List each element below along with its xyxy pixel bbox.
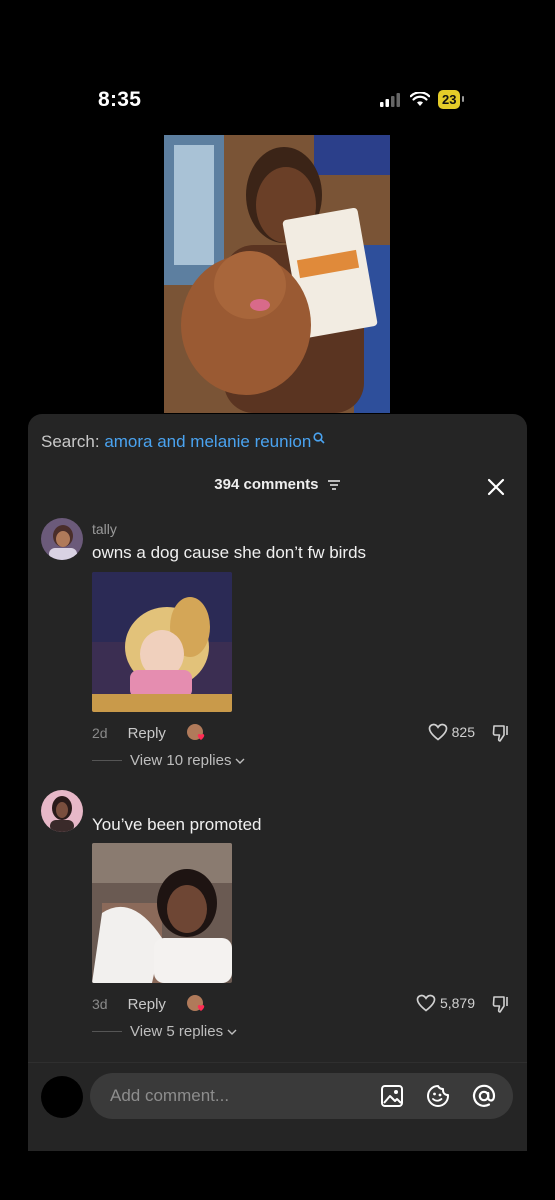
- replies-divider: [92, 760, 122, 761]
- status-icons: 23: [380, 90, 466, 109]
- image-icon[interactable]: [379, 1083, 405, 1109]
- comments-count: 394 comments: [214, 476, 319, 493]
- mention-icon[interactable]: [471, 1083, 497, 1109]
- status-bar: 8:35 23: [0, 0, 555, 130]
- view-replies-label: View 5 replies: [130, 1023, 224, 1040]
- search-query-link[interactable]: amora and melanie reunion: [104, 432, 311, 451]
- comments-header: 394 comments: [28, 476, 527, 493]
- reply-button[interactable]: Reply: [128, 725, 166, 742]
- view-replies-button[interactable]: View 10 replies: [92, 752, 246, 769]
- search-suggestion[interactable]: Search: amora and melanie reunion: [41, 432, 325, 452]
- status-time: 8:35: [98, 88, 142, 111]
- comment-composer: [28, 1062, 527, 1151]
- chevron-down-icon: [235, 758, 245, 764]
- reply-button[interactable]: Reply: [128, 996, 166, 1013]
- search-label: Search:: [41, 432, 105, 451]
- avatar[interactable]: [41, 518, 83, 560]
- like-count: 825: [451, 724, 475, 740]
- like-count: 5,879: [439, 995, 475, 1011]
- comment-text: owns a dog cause she don’t fw birds: [92, 543, 367, 562]
- emoji-icon[interactable]: [425, 1083, 451, 1109]
- signal-icon: [380, 92, 400, 107]
- comment-age: 3d: [92, 996, 108, 1012]
- user-avatar[interactable]: [41, 1076, 83, 1118]
- heart-icon: [416, 994, 436, 1012]
- like-button[interactable]: 5,879: [416, 994, 475, 1012]
- gif-image: [92, 843, 232, 983]
- search-icon: [313, 432, 325, 444]
- heart-icon: [428, 723, 447, 741]
- chevron-down-icon: [227, 1029, 237, 1035]
- comment-gif[interactable]: [92, 572, 232, 712]
- comment-text: You’ve been promoted: [92, 815, 262, 834]
- avatar[interactable]: [41, 790, 83, 832]
- creator-liked-icon: [186, 724, 205, 740]
- replies-divider: [92, 1031, 122, 1032]
- dislike-icon[interactable]: [491, 724, 511, 744]
- comment-age: 2d: [92, 725, 108, 741]
- comment-username[interactable]: tally: [92, 521, 117, 537]
- like-button[interactable]: 825: [428, 723, 475, 741]
- avatar-image: [41, 518, 83, 560]
- creator-liked-icon: [186, 995, 205, 1011]
- video-frame-image: [164, 135, 390, 413]
- comment-gif[interactable]: [92, 843, 232, 983]
- view-replies-button[interactable]: View 5 replies: [92, 1023, 238, 1040]
- battery-indicator: 23: [438, 90, 466, 109]
- comment-meta: 2d Reply: [92, 723, 208, 743]
- sort-filter-icon[interactable]: [327, 479, 341, 491]
- comments-sheet: Search: amora and melanie reunion 394 co…: [28, 414, 527, 1151]
- avatar-image: [41, 790, 83, 832]
- close-icon[interactable]: [485, 476, 507, 498]
- comment-meta: 3d Reply: [92, 994, 208, 1014]
- dislike-icon[interactable]: [491, 995, 511, 1015]
- gif-image: [92, 572, 232, 712]
- wifi-icon: [410, 92, 430, 106]
- view-replies-label: View 10 replies: [130, 752, 232, 769]
- video-preview[interactable]: [164, 135, 390, 413]
